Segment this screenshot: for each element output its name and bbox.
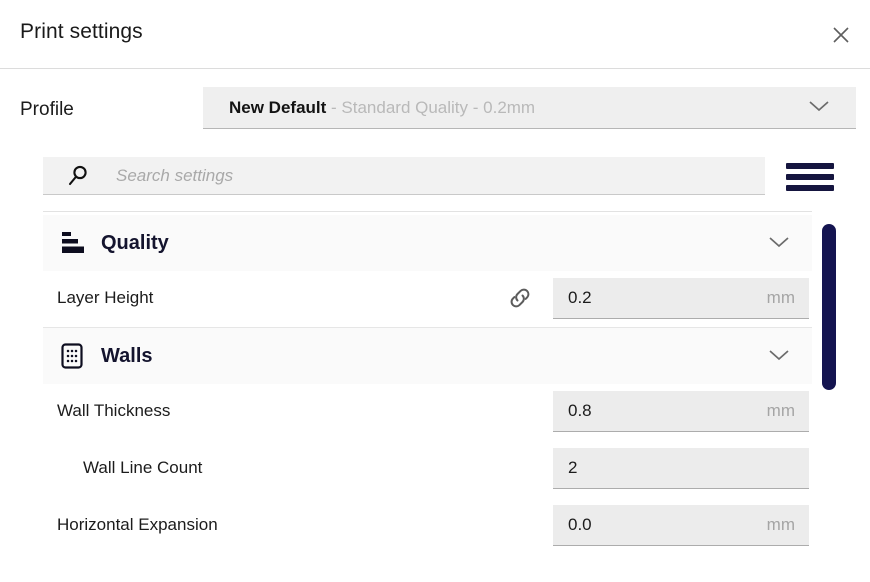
setting-row-horizontal-expansion: Horizontal Expansion 0.0 mm bbox=[43, 498, 812, 555]
layers-icon bbox=[57, 228, 87, 258]
list-divider bbox=[43, 211, 812, 212]
setting-label: Wall Line Count bbox=[83, 458, 203, 477]
setting-row-wall-line-count: Wall Line Count 2 bbox=[43, 441, 812, 498]
search-icon bbox=[67, 164, 91, 188]
value-unit: mm bbox=[766, 515, 795, 534]
setting-row-wall-thickness: Wall Thickness 0.8 mm bbox=[43, 384, 812, 441]
value-field-wall-line-count[interactable]: 2 bbox=[553, 448, 809, 489]
value-field-layer-height[interactable]: 0.2 mm bbox=[553, 278, 809, 319]
profile-dropdown[interactable]: New Default - Standard Quality - 0.2mm bbox=[203, 87, 856, 129]
setting-row-layer-height: Layer Height 0.2 mm bbox=[43, 271, 812, 328]
profile-label: Profile bbox=[20, 99, 74, 120]
hamburger-menu-icon-bar bbox=[786, 174, 834, 180]
hamburger-menu-icon-bar bbox=[786, 163, 834, 169]
section-title: Quality bbox=[101, 231, 169, 254]
settings-menu-button[interactable] bbox=[786, 161, 834, 193]
profile-value-secondary: - Standard Quality - 0.2mm bbox=[326, 97, 536, 117]
section-header-quality[interactable]: Quality bbox=[43, 215, 812, 271]
setting-label: Horizontal Expansion bbox=[57, 515, 218, 534]
section-header-walls[interactable]: Walls bbox=[43, 328, 812, 384]
settings-area: Quality Layer Height 0.2 mm Walls Wall T… bbox=[0, 211, 870, 557]
value-text: 0.8 bbox=[568, 401, 592, 420]
title-bar: Print settings bbox=[0, 0, 870, 69]
settings-scrollbar[interactable] bbox=[822, 211, 836, 557]
profile-value-primary: New Default bbox=[229, 97, 327, 117]
settings-list: Quality Layer Height 0.2 mm Walls Wall T… bbox=[0, 211, 812, 557]
close-button[interactable] bbox=[824, 18, 858, 52]
search-row bbox=[0, 151, 870, 207]
page-title: Print settings bbox=[20, 20, 143, 43]
value-text: 0.0 bbox=[568, 515, 592, 534]
value-unit: mm bbox=[766, 288, 795, 307]
link-icon[interactable] bbox=[505, 283, 535, 313]
chevron-down-icon bbox=[808, 99, 830, 118]
wall-dots-icon bbox=[57, 341, 87, 371]
setting-label: Layer Height bbox=[57, 288, 154, 307]
chevron-down-icon bbox=[768, 348, 790, 367]
close-icon bbox=[832, 26, 850, 44]
search-box[interactable] bbox=[43, 157, 765, 195]
value-text: 2 bbox=[568, 458, 578, 477]
scrollbar-thumb[interactable] bbox=[822, 224, 836, 390]
chevron-down-icon bbox=[768, 235, 790, 254]
setting-label: Wall Thickness bbox=[57, 401, 171, 420]
hamburger-menu-icon-bar bbox=[786, 185, 834, 191]
value-unit: mm bbox=[766, 401, 795, 420]
section-title: Walls bbox=[101, 344, 153, 367]
profile-row: Profile New Default - Standard Quality -… bbox=[0, 87, 870, 139]
value-field-wall-thickness[interactable]: 0.8 mm bbox=[553, 391, 809, 432]
value-text: 0.2 bbox=[568, 288, 592, 307]
value-field-horizontal-expansion[interactable]: 0.0 mm bbox=[553, 505, 809, 546]
profile-value: New Default - Standard Quality - 0.2mm bbox=[229, 98, 535, 118]
search-input[interactable] bbox=[114, 164, 718, 187]
